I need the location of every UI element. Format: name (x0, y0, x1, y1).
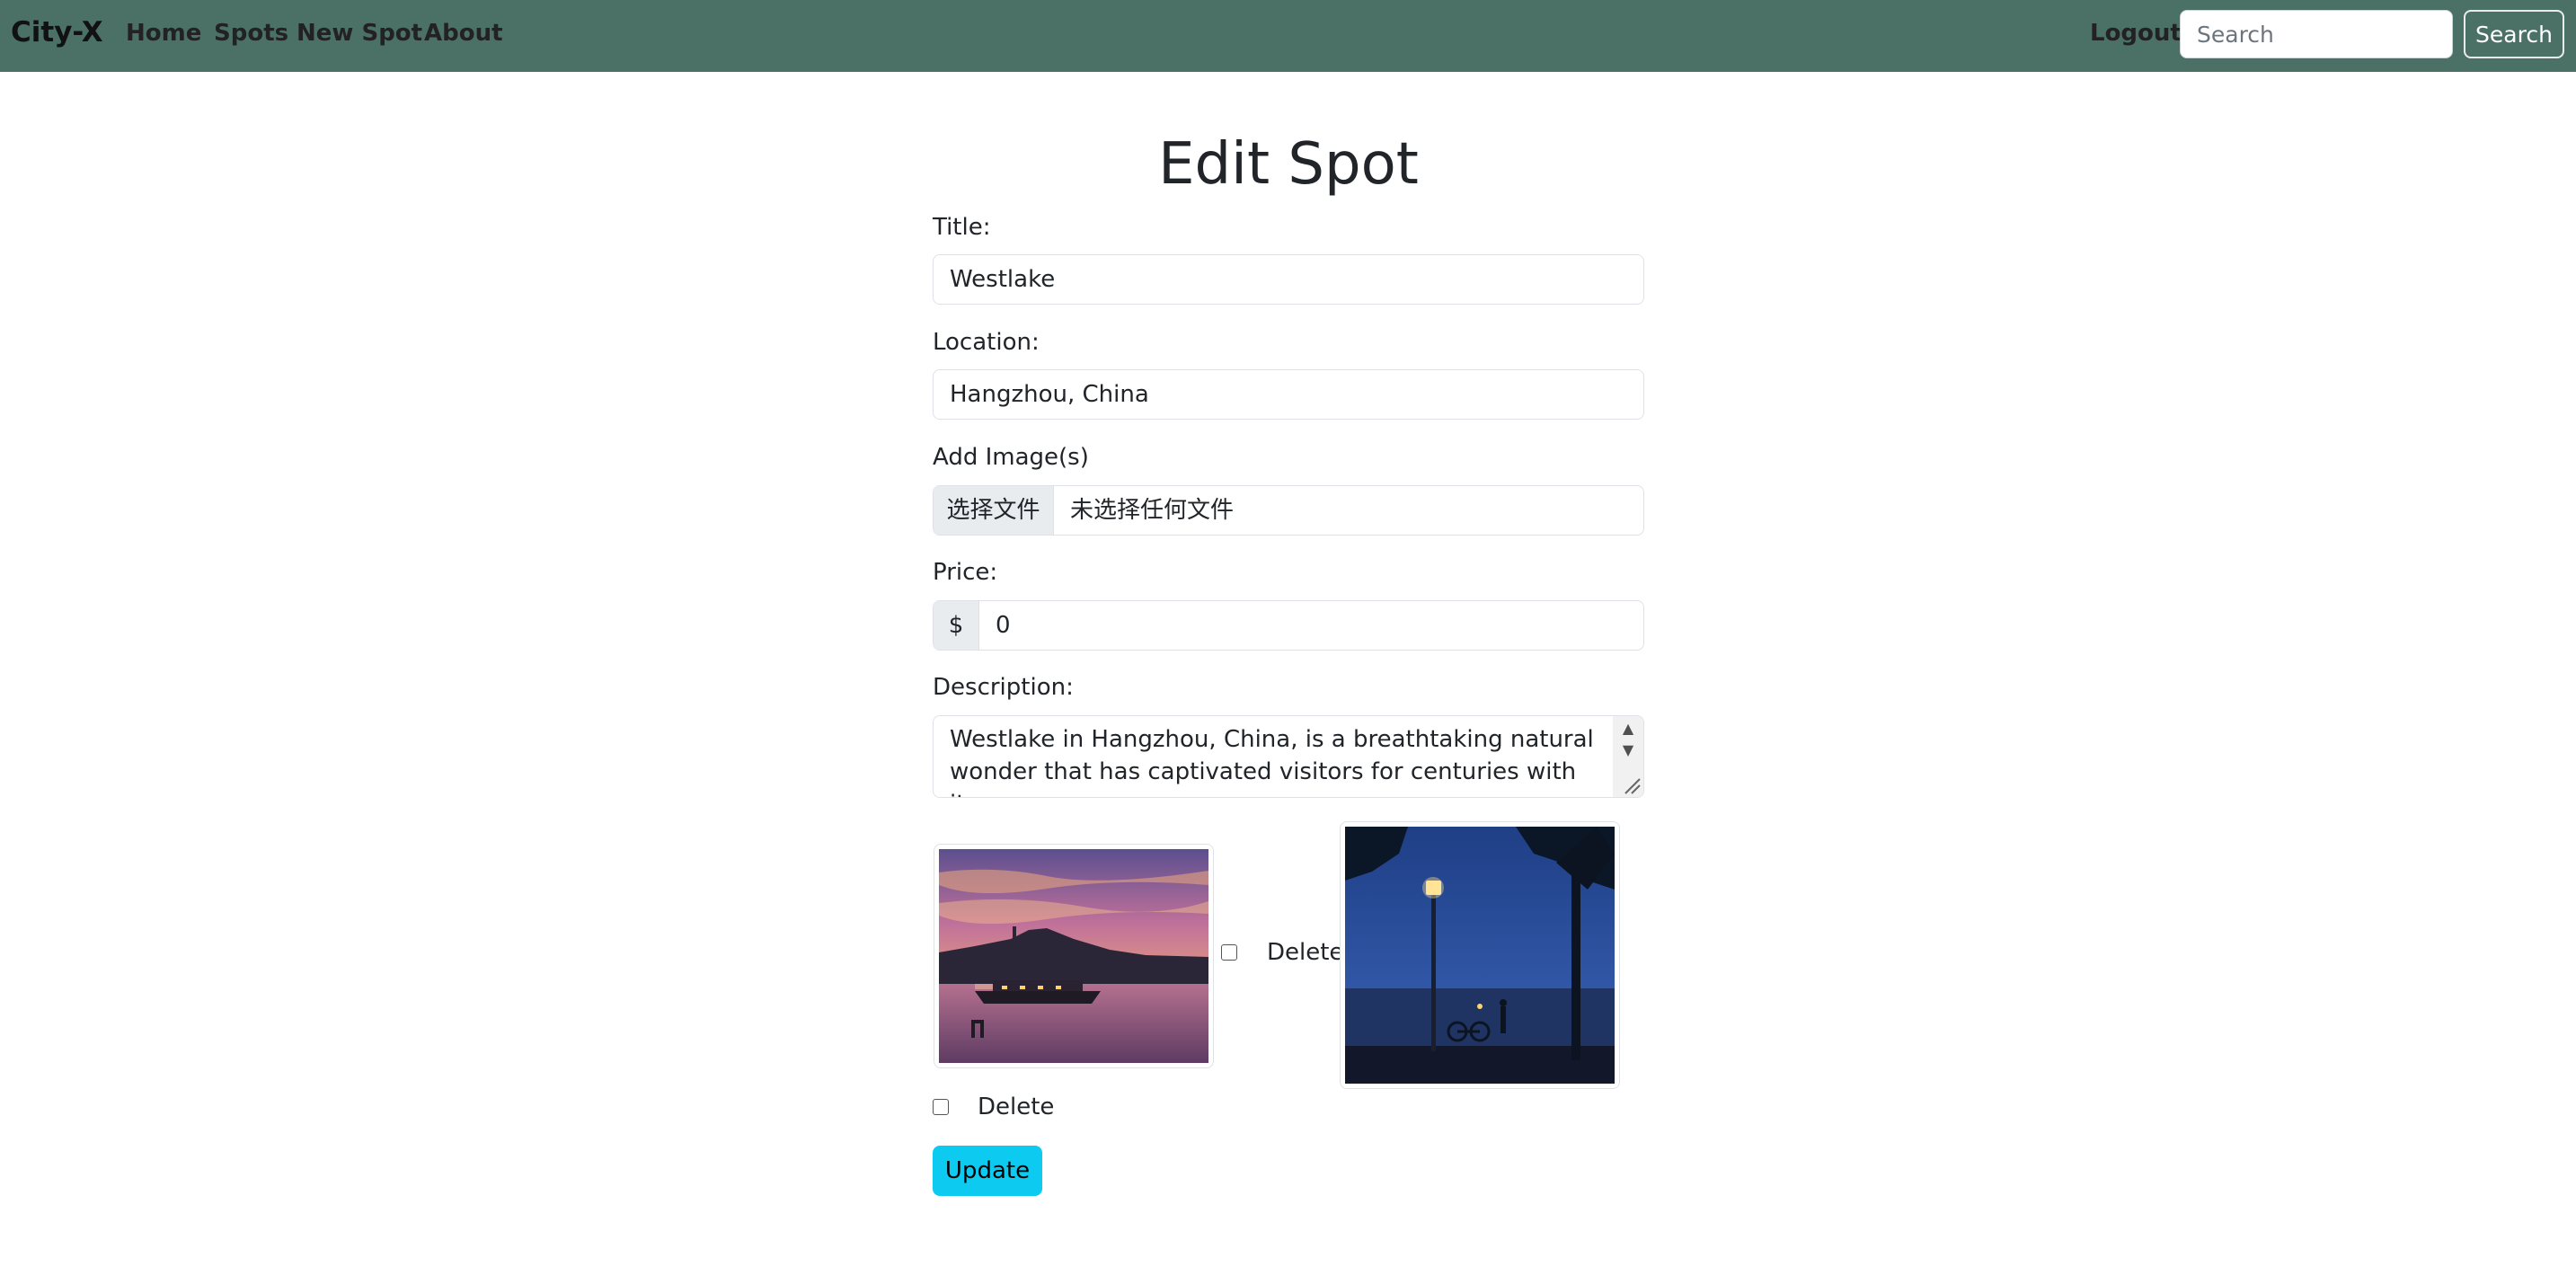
add-images-label: Add Image(s) (933, 444, 1089, 471)
location-input[interactable]: Hangzhou, China (933, 369, 1644, 420)
logout-link[interactable]: Logout (2090, 20, 2182, 47)
nav-link-new-spot[interactable]: New Spot (297, 20, 422, 47)
navbar: City-X Home Spots New Spot About Logout … (0, 0, 2576, 72)
description-label: Description: (933, 674, 1074, 701)
price-input[interactable]: 0 (979, 601, 1643, 650)
title-label: Title: (933, 214, 991, 241)
nav-link-spots[interactable]: Spots (214, 20, 288, 47)
night-lamp-image (1345, 827, 1615, 1084)
update-button[interactable]: Update (933, 1146, 1042, 1196)
search-button[interactable]: Search (2464, 10, 2564, 58)
description-textarea[interactable]: Westlake in Hangzhou, China, is a breath… (933, 715, 1644, 798)
spot-image-2 (1340, 821, 1620, 1089)
brand-logo[interactable]: City-X (11, 16, 103, 49)
title-input[interactable]: Westlake (933, 254, 1644, 305)
resize-grip-icon[interactable] (1618, 772, 1642, 795)
delete-image-1-label[interactable]: Delete (1267, 939, 1343, 966)
price-input-group: $ 0 (933, 600, 1644, 651)
delete-image-2-label[interactable]: Delete (978, 1094, 1054, 1120)
price-label: Price: (933, 559, 998, 586)
spot-image-1 (934, 844, 1214, 1068)
location-label: Location: (933, 329, 1040, 356)
file-status: 未选择任何文件 (1070, 497, 1235, 524)
page-title: Edit Spot (1158, 131, 1419, 198)
file-input[interactable]: 选择文件 未选择任何文件 (933, 485, 1644, 536)
search-input[interactable] (2180, 10, 2453, 58)
nav-link-about[interactable]: About (424, 20, 503, 47)
scroll-up-icon[interactable]: ▲ (1613, 720, 1643, 737)
description-text: Westlake in Hangzhou, China, is a breath… (950, 726, 1594, 797)
currency-prefix: $ (934, 601, 979, 650)
delete-image-2-checkbox[interactable] (933, 1099, 949, 1115)
sunset-boat-image (939, 849, 1208, 1063)
nav-link-home[interactable]: Home (126, 20, 201, 47)
scroll-down-icon[interactable]: ▼ (1613, 741, 1643, 758)
choose-file-button[interactable]: 选择文件 (934, 486, 1054, 535)
delete-image-1-checkbox[interactable] (1221, 944, 1237, 961)
